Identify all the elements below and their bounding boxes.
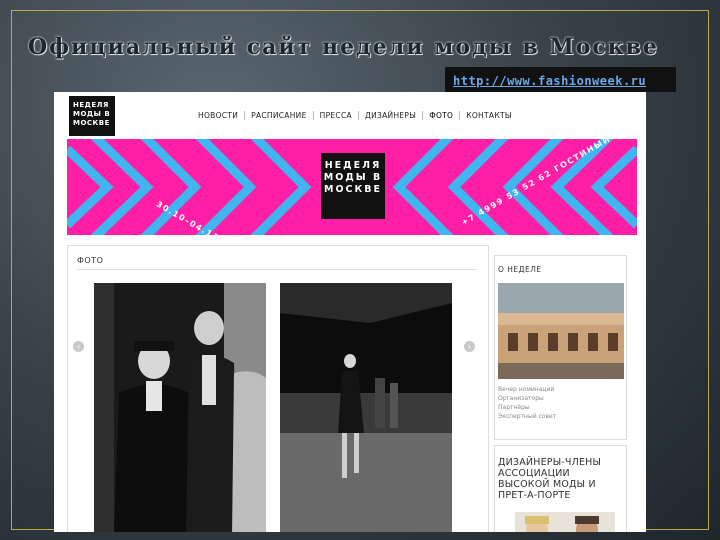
- logo-line: МОДЫ В: [73, 110, 111, 118]
- hero-banner: НЕДЕЛЯ МОДЫ В МОСКВЕ 30.10–04.11.2012 +7…: [67, 139, 637, 235]
- section-label: ФОТО: [77, 256, 104, 265]
- site-url-link[interactable]: http://www.fashionweek.ru: [453, 74, 646, 88]
- about-link[interactable]: Вечер номинаций: [498, 385, 556, 394]
- url-box: http://www.fashionweek.ru: [445, 67, 676, 92]
- about-links: Вечер номинаций Организаторы Партнёры Эк…: [498, 385, 556, 421]
- banner-logo-line: МОДЫ В: [323, 172, 383, 183]
- gostiny-dvor-photo[interactable]: [498, 283, 624, 379]
- runway-photo[interactable]: [280, 283, 452, 532]
- backstage-photo[interactable]: [94, 283, 266, 532]
- about-week-card: О НЕДЕЛЕ Вечер номинаций Организаторы Па…: [494, 255, 627, 440]
- website-screenshot: НЕДЕЛЯ МОДЫ В МОСКВЕ НОВОСТИ РАСПИСАНИЕ …: [54, 92, 646, 532]
- designers-photo[interactable]: [515, 512, 615, 532]
- gallery-next-button[interactable]: ›: [464, 341, 475, 352]
- banner-logo-line: НЕДЕЛЯ: [324, 160, 382, 171]
- slide-title: Официальный сайт недели моды в Москве: [28, 34, 659, 60]
- designers-heading[interactable]: ДИЗАЙНЕРЫ-ЧЛЕНЫ АССОЦИАЦИИ ВЫСОКОЙ МОДЫ …: [498, 457, 618, 501]
- gallery-prev-button[interactable]: ‹: [73, 341, 84, 352]
- about-link[interactable]: Партнёры: [498, 403, 556, 412]
- divider: [77, 269, 477, 270]
- main-navigation: НОВОСТИ РАСПИСАНИЕ ПРЕССА ДИЗАЙНЕРЫ ФОТО…: [192, 111, 518, 120]
- designers-card: ДИЗАЙНЕРЫ-ЧЛЕНЫ АССОЦИАЦИИ ВЫСОКОЙ МОДЫ …: [494, 445, 627, 532]
- nav-item-photo[interactable]: ФОТО: [423, 111, 461, 120]
- about-link[interactable]: Организаторы: [498, 394, 556, 403]
- about-link[interactable]: Экспертный совет: [498, 412, 556, 421]
- nav-item-contacts[interactable]: КОНТАКТЫ: [460, 111, 518, 120]
- banner-logo: НЕДЕЛЯ МОДЫ В МОСКВЕ: [321, 153, 385, 219]
- photo-gallery-card: ФОТО ‹ ›: [67, 245, 489, 532]
- site-logo[interactable]: НЕДЕЛЯ МОДЫ В МОСКВЕ: [69, 96, 115, 136]
- nav-item-press[interactable]: ПРЕССА: [314, 111, 359, 120]
- nav-item-designers[interactable]: ДИЗАЙНЕРЫ: [359, 111, 424, 120]
- logo-line: НЕДЕЛЯ: [73, 101, 109, 109]
- banner-logo-line: МОСКВЕ: [324, 184, 382, 195]
- nav-item-schedule[interactable]: РАСПИСАНИЕ: [245, 111, 314, 120]
- about-week-heading[interactable]: О НЕДЕЛЕ: [498, 265, 542, 274]
- logo-line: МОСКВЕ: [73, 119, 110, 127]
- nav-item-news[interactable]: НОВОСТИ: [192, 111, 246, 120]
